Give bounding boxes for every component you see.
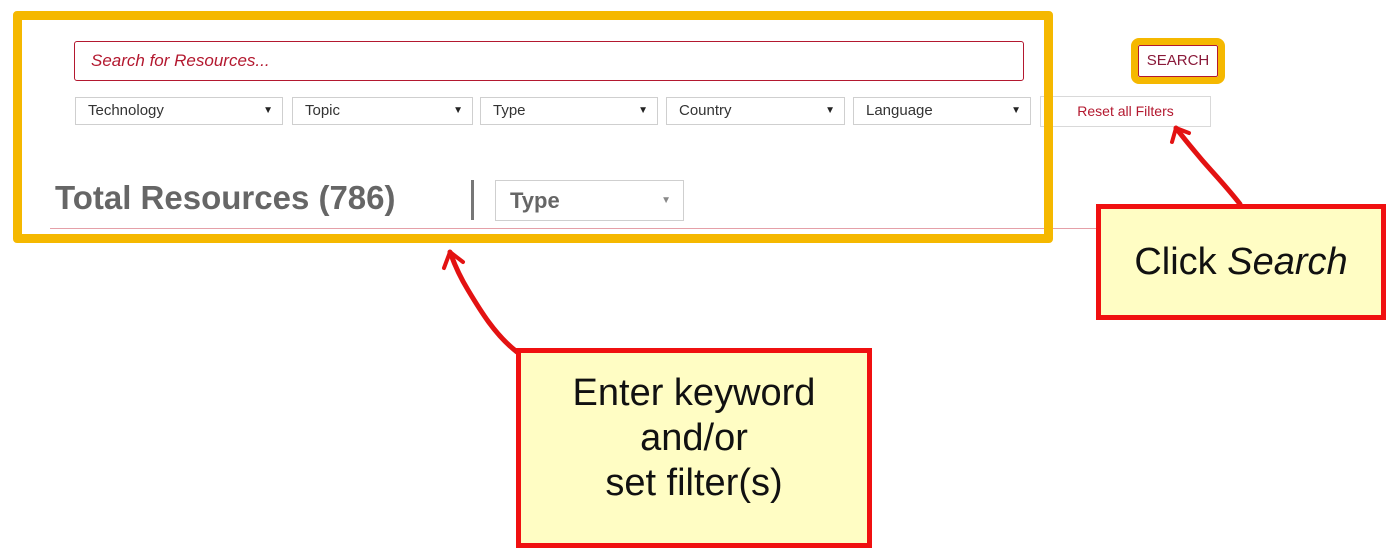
callout-enter-keyword: Enter keyword and/or set filter(s) (516, 348, 872, 548)
callout-line-2: and/or (640, 417, 748, 459)
callout-line-3: set filter(s) (605, 462, 783, 504)
callout-click-search: Click Search (1096, 204, 1386, 320)
callout-click-search-prefix: Click (1134, 241, 1228, 283)
arrow-to-filters (447, 249, 520, 355)
callout-line-1: Enter keyword (572, 372, 816, 414)
arrow-to-search (1173, 125, 1243, 207)
callout-click-search-emphasis: Search (1227, 241, 1348, 283)
